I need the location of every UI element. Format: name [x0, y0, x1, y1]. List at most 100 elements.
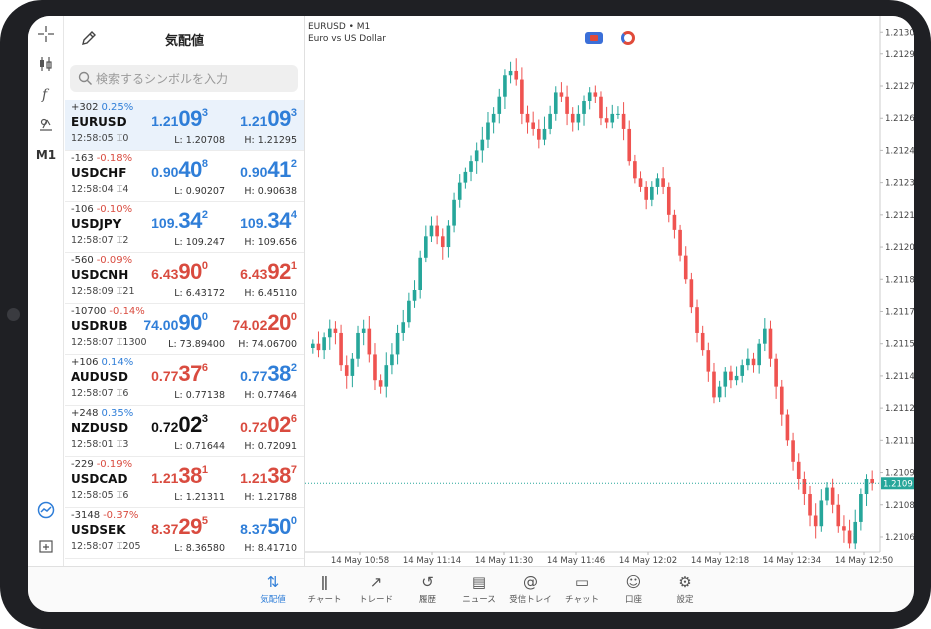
- candle-body: [497, 96, 502, 114]
- nav-item-7[interactable]: ☺ 口座: [608, 571, 660, 605]
- candle-body: [638, 178, 643, 187]
- chart-active-icon[interactable]: [32, 498, 60, 522]
- candle-body: [424, 236, 428, 258]
- candle-body: [616, 113, 620, 115]
- candle-body: [689, 279, 694, 308]
- objects-icon[interactable]: [32, 112, 60, 136]
- candle-body: [825, 487, 829, 501]
- candle-body: [695, 307, 699, 333]
- quote-symbol: NZDUSD: [71, 421, 129, 435]
- nav-item-1[interactable]: ǁ チャート: [299, 571, 351, 605]
- nav-label: ニュース: [462, 595, 496, 605]
- one-click-trading-icon[interactable]: [585, 32, 603, 44]
- quote-symbol: USDCHF: [71, 166, 127, 180]
- quote-row-usdjpy[interactable]: -106 -0.10% USDJPY 12:58:07 ⌶2 109.342 109.34…: [65, 202, 304, 253]
- trade-panel-icon[interactable]: [621, 31, 635, 45]
- nav-item-4[interactable]: ▤ ニュース: [453, 571, 505, 605]
- quote-symbol: USDCNH: [71, 268, 129, 282]
- quote-time: 12:58:07 ⌶2: [71, 235, 129, 246]
- y-tick-label: 1.21080: [885, 501, 914, 511]
- quote-row-usdsek[interactable]: -3148 -0.37% USDSEK 12:58:07 ⌶205 8.37295 8.3…: [65, 508, 304, 559]
- nav-item-2[interactable]: ↗ トレード: [350, 571, 402, 605]
- candle-body: [853, 521, 858, 544]
- candle-body: [418, 257, 422, 290]
- timeframe-button[interactable]: M1: [32, 143, 60, 167]
- quote-change: -10700 -0.14%: [71, 306, 145, 317]
- candle-body: [474, 150, 479, 162]
- quote-row-usdcad[interactable]: -229 -0.19% USDCAD 12:58:05 ⌶6 1.21381 1.2138…: [65, 457, 304, 508]
- bid-price: 74.00900: [143, 310, 208, 335]
- quote-time: 12:58:05 ⌶0: [71, 133, 129, 144]
- candle-body: [683, 255, 688, 280]
- quote-change: +248 0.35%: [71, 408, 134, 419]
- candle-body: [429, 225, 434, 237]
- bid-price: 0.90408: [151, 157, 208, 182]
- nav-icon: ↺: [421, 573, 434, 591]
- candle-body: [621, 113, 626, 129]
- y-tick-label: 1.21290: [885, 50, 914, 60]
- candle-body: [344, 365, 349, 376]
- nav-icon: @: [523, 573, 538, 591]
- y-tick-label: 1.21065: [885, 533, 914, 543]
- quote-row-eurusd[interactable]: +302 0.25% EURUSD 12:58:05 ⌶0 1.21093 1.21093…: [65, 100, 304, 151]
- candle-body: [644, 186, 648, 200]
- nav-item-0[interactable]: ⇅ 気配値: [247, 571, 299, 605]
- bid-price: 1.21093: [151, 106, 208, 131]
- search-input[interactable]: [96, 69, 291, 88]
- candle-body: [361, 328, 366, 333]
- nav-label: 気配値: [260, 595, 286, 605]
- nav-label: 受信トレイ: [509, 595, 552, 605]
- candle-body: [740, 365, 745, 376]
- nav-icon: ǁ: [320, 573, 329, 591]
- quote-low: L: 0.90207: [174, 186, 225, 197]
- indicator-icon[interactable]: f: [32, 82, 60, 106]
- nav-item-8[interactable]: ⚙ 設定: [659, 571, 711, 605]
- quote-row-usdcnh[interactable]: -560 -0.09% USDCNH 12:58:09 ⌶21 6.43900 6.439…: [65, 253, 304, 304]
- candle-body: [508, 70, 513, 76]
- quote-time: 12:58:09 ⌶21: [71, 286, 135, 297]
- chart-canvas[interactable]: 1.21300 1.21290 1.21275 1.21260 1.21245 1.212…: [305, 16, 914, 566]
- candle-body: [802, 478, 807, 495]
- y-tick-label: 1.21200: [885, 243, 914, 253]
- quote-row-usdrub[interactable]: -10700 -0.14% USDRUB 12:58:07 ⌶1300 74.00900…: [65, 304, 304, 355]
- nav-label: トレード: [358, 595, 393, 605]
- quote-row-audusd[interactable]: +106 0.14% AUDUSD 12:58:07 ⌶6 0.77376 0.77382…: [65, 355, 304, 406]
- candles-icon[interactable]: [32, 52, 60, 76]
- quote-high: H: 0.90638: [244, 186, 297, 197]
- quote-row-usdchf[interactable]: -163 -0.18% USDCHF 12:58:04 ⌶4 0.90408 0.9041…: [65, 151, 304, 202]
- quote-time: 12:58:04 ⌶4: [71, 184, 129, 195]
- candle-body: [706, 350, 711, 372]
- nav-item-6[interactable]: ▭ チャット: [556, 571, 608, 605]
- candle-body: [757, 343, 761, 366]
- candle-body: [836, 504, 841, 527]
- quote-change: +106 0.14%: [71, 357, 134, 368]
- y-tick-label: 1.21300: [885, 28, 914, 38]
- nav-label: 履歴: [418, 595, 436, 605]
- new-chart-icon[interactable]: [32, 534, 60, 558]
- candle-body: [870, 478, 874, 484]
- nav-label: チャット: [565, 595, 599, 605]
- candle-body: [463, 171, 468, 183]
- quote-symbol: AUDUSD: [71, 370, 128, 384]
- quote-time: 12:58:05 ⌶6: [71, 490, 129, 501]
- bid-price: 6.43900: [151, 259, 208, 284]
- candle-body: [407, 300, 411, 323]
- bid-price: 0.77376: [151, 361, 208, 386]
- quote-high: H: 1.21788: [244, 492, 297, 503]
- nav-item-3[interactable]: ↺ 履歴: [402, 571, 454, 605]
- x-tick-label: 14 May 11:30: [475, 556, 533, 566]
- quote-low: L: 73.89400: [168, 339, 225, 350]
- candle-body: [700, 332, 705, 351]
- symbol-search[interactable]: [70, 65, 298, 92]
- candle-body: [729, 371, 733, 381]
- candle-body: [650, 186, 654, 200]
- nav-item-5[interactable]: @ 受信トレイ: [505, 571, 557, 605]
- candle-body: [542, 128, 547, 140]
- app-screen: f M1 気配値 +3020.25%EURUSD12:58:05: [28, 16, 914, 612]
- y-tick-label: 1.21245: [885, 146, 914, 156]
- quote-row-nzdusd[interactable]: +248 0.35% NZDUSD 12:58:01 ⌶3 0.72023 0.72026…: [65, 406, 304, 457]
- price-chart[interactable]: 1.21300 1.21290 1.21275 1.21260 1.21245 1.212…: [305, 16, 914, 566]
- candle-body: [548, 113, 552, 129]
- candle-body: [373, 354, 377, 381]
- crosshair-icon[interactable]: [32, 22, 60, 46]
